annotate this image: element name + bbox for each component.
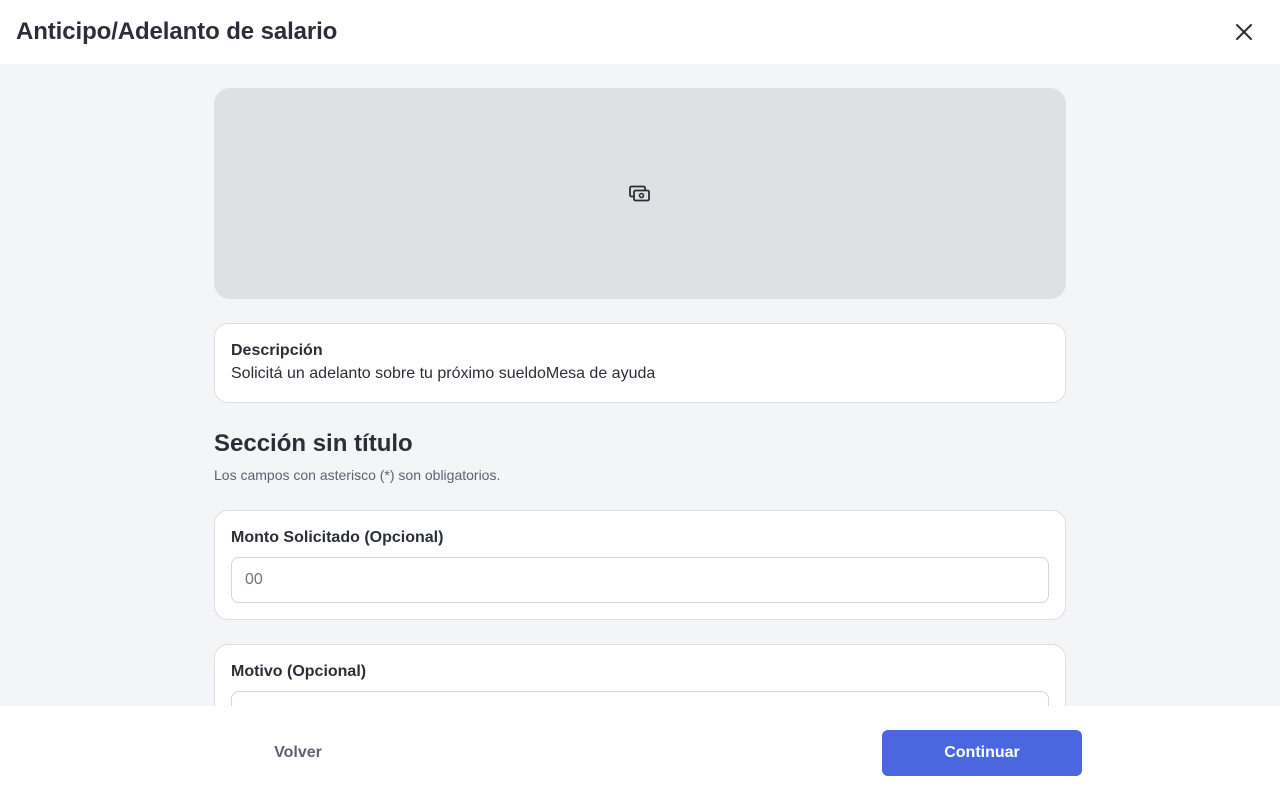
form-column: Descripción Solicitá un adelanto sobre t… bbox=[214, 88, 1066, 706]
amount-input[interactable] bbox=[231, 557, 1049, 603]
required-fields-note: Los campos con asterisco (*) son obligat… bbox=[214, 467, 501, 483]
form-content[interactable]: Descripción Solicitá un adelanto sobre t… bbox=[0, 64, 1280, 706]
section-title: Sección sin título bbox=[214, 430, 413, 457]
description-text: Solicitá un adelanto sobre tu próximo su… bbox=[231, 365, 656, 382]
close-icon bbox=[1236, 24, 1252, 40]
banner-image bbox=[214, 88, 1066, 299]
reason-field-card: Motivo (Opcional) bbox=[214, 644, 1066, 706]
close-button[interactable] bbox=[1228, 16, 1260, 48]
reason-field-label: Motivo (Opcional) bbox=[231, 663, 367, 680]
description-card: Descripción Solicitá un adelanto sobre t… bbox=[214, 323, 1066, 403]
amount-field-label: Monto Solicitado (Opcional) bbox=[231, 529, 444, 546]
page-title: Anticipo/Adelanto de salario bbox=[16, 18, 338, 45]
footer-bar: Volver Continuar bbox=[0, 706, 1280, 800]
money-icon bbox=[629, 185, 650, 201]
continue-button[interactable]: Continuar bbox=[882, 730, 1082, 776]
description-label: Descripción bbox=[231, 342, 323, 359]
amount-field-card: Monto Solicitado (Opcional) bbox=[214, 510, 1066, 620]
modal-header: Anticipo/Adelanto de salario bbox=[0, 0, 1280, 64]
back-button[interactable]: Volver bbox=[214, 730, 382, 776]
reason-input[interactable] bbox=[231, 691, 1049, 706]
